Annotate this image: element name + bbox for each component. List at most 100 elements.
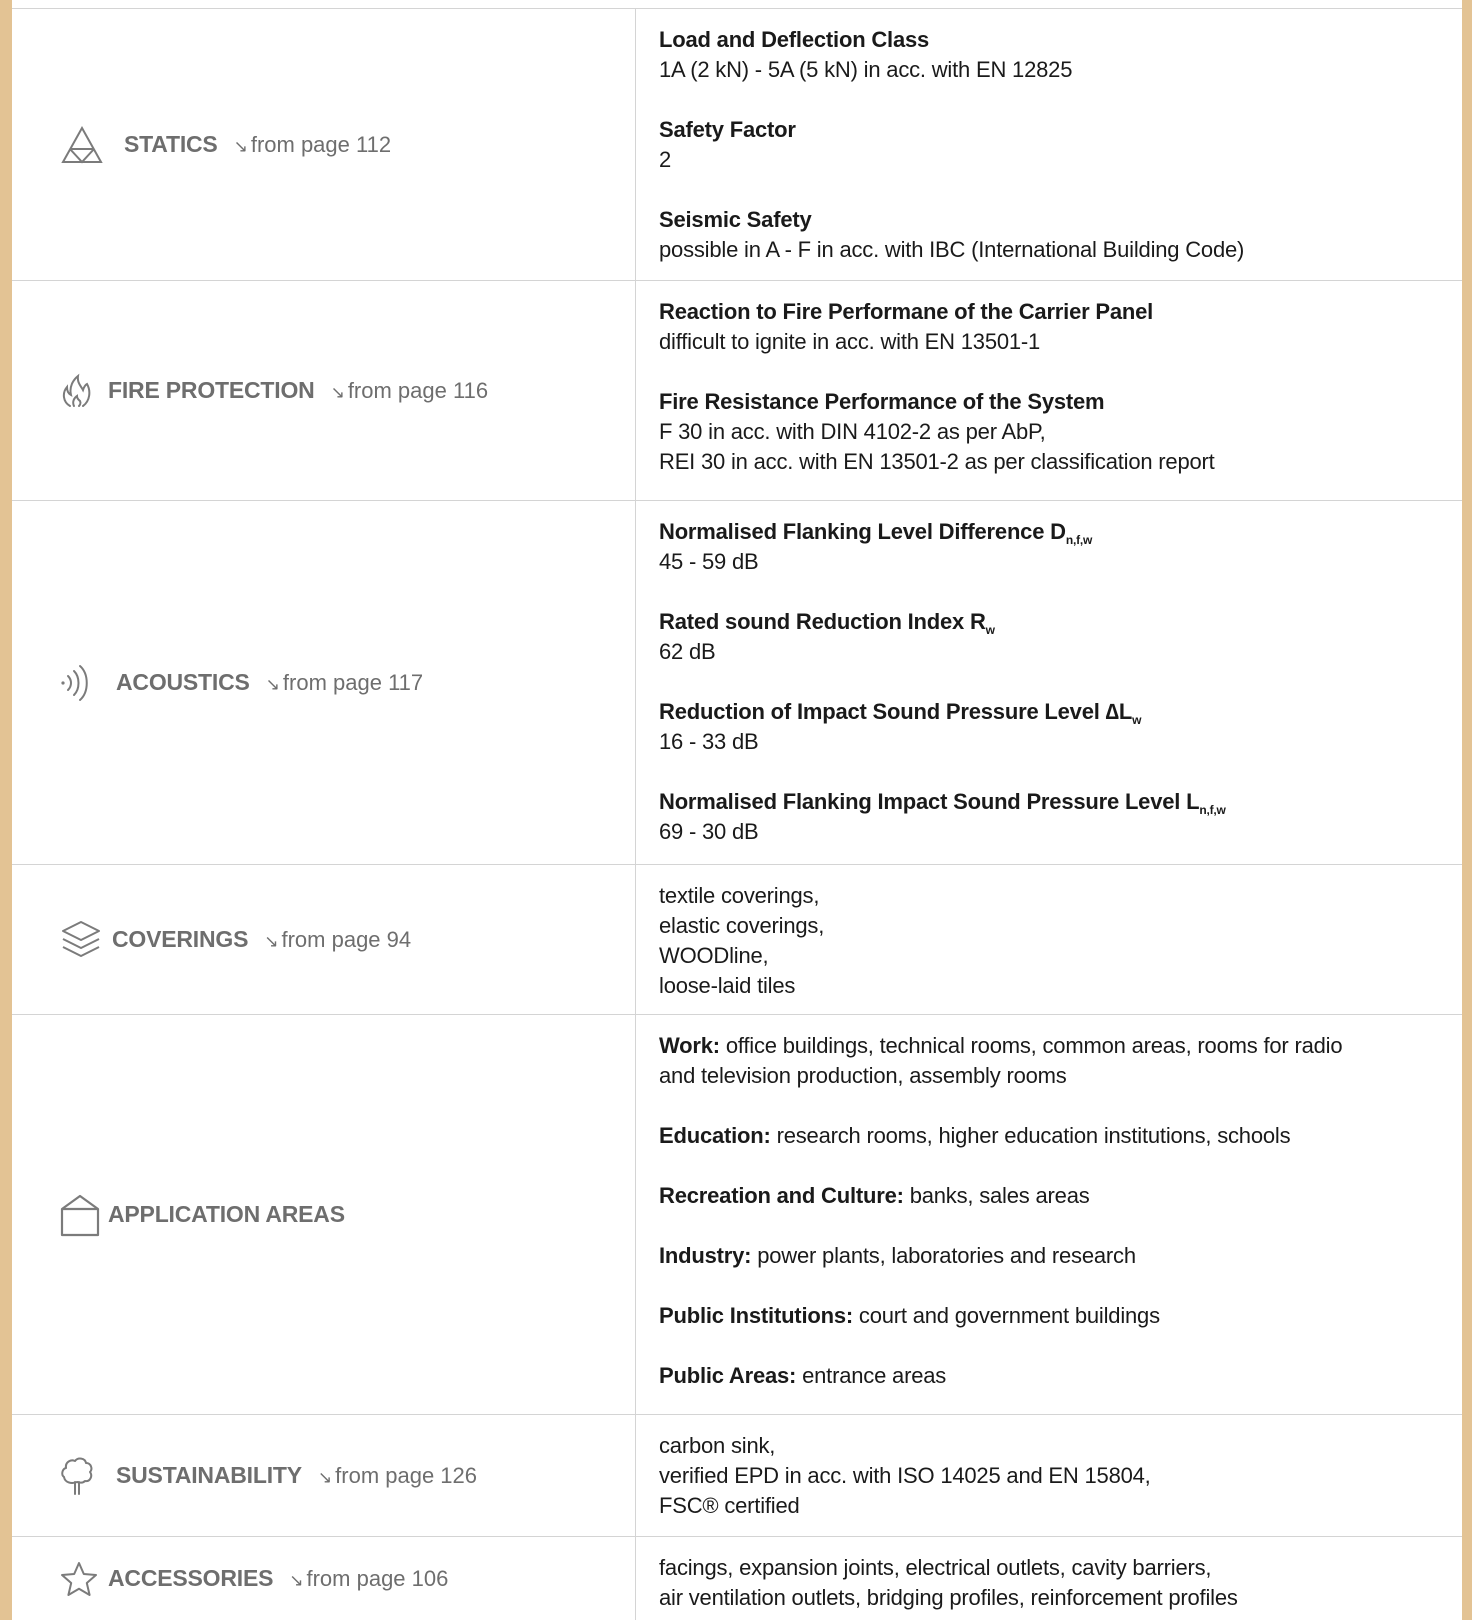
arrow-down-right-icon: ↘	[265, 674, 280, 694]
accessories-item: facings, expansion joints, electrical ou…	[659, 1555, 1212, 1580]
spec-value: 1A (2 kN) - 5A (5 kN) in acc. with EN 12…	[659, 57, 1073, 82]
section-title: APPLICATION AREAS	[108, 1201, 345, 1227]
page-reference[interactable]: ↘ from page 112	[234, 132, 392, 158]
section-header: SUSTAINABILITY ↘ from page 126	[12, 1415, 636, 1536]
application-line: Work: office buildings, technical rooms,…	[659, 1031, 1462, 1061]
application-label: Education:	[659, 1123, 771, 1148]
page-reference[interactable]: ↘ from page 126	[318, 1463, 477, 1489]
application-label: Public Areas:	[659, 1363, 797, 1388]
spec-value: 62 dB	[659, 639, 716, 664]
spec-item: Rated sound Reduction Index Rw 62 dB	[659, 607, 1462, 667]
section-sustainability: SUSTAINABILITY ↘ from page 126 carbon sin…	[12, 1414, 1462, 1536]
covering-item: WOODline,	[659, 943, 769, 968]
spec-subscript: w	[1132, 713, 1142, 727]
page-reference[interactable]: ↘ from page 94	[264, 927, 411, 953]
tree-icon	[60, 1456, 94, 1496]
spec-item: Normalised Flanking Level Difference Dn,…	[659, 517, 1462, 577]
house-icon	[60, 1193, 100, 1237]
section-content: textile coverings, elastic coverings, WO…	[637, 865, 1462, 1014]
spec-title-text: Reduction of Impact Sound Pressure Level…	[659, 699, 1133, 724]
section-title: ACOUSTICS	[116, 669, 250, 695]
section-content: Normalised Flanking Level Difference D n,…	[637, 501, 1462, 864]
spec-title: Rated sound Reduction Index Rw	[659, 607, 1462, 637]
section-title: SUSTAINABILITY	[116, 1462, 302, 1488]
star-icon	[60, 1561, 98, 1597]
arrow-down-right-icon: ↘	[264, 931, 279, 951]
page-reference-text: from page 94	[281, 926, 412, 952]
section-statics: STATICS ↘ from page 112 Load and Deflecti…	[12, 8, 1462, 280]
spec-item: Load and Deflection Class 1A (2 kN) - 5A…	[659, 25, 1462, 85]
section-header: STATICS ↘ from page 112	[12, 9, 636, 280]
section-coverings: COVERINGS ↘ from page 94 textile covering…	[12, 864, 1462, 1014]
spec-item: Fire Resistance Performance of the Syste…	[659, 387, 1462, 477]
statics-icon	[60, 125, 104, 165]
arrow-down-right-icon: ↘	[317, 1467, 333, 1487]
application-text: banks, sales areas	[903, 1183, 1090, 1208]
spec-value: 45 - 59 dB	[659, 549, 759, 574]
section-header: COVERINGS ↘ from page 94	[12, 865, 636, 1014]
page-reference-text: from page 112	[250, 131, 392, 157]
sustainability-item: carbon sink,	[659, 1433, 776, 1458]
section-content: carbon sink, verified EPD in acc. with I…	[637, 1415, 1462, 1536]
spec-title-text: Normalised Flanking Level Difference D	[659, 519, 1066, 544]
section-content: Work: office buildings, technical rooms,…	[637, 1015, 1462, 1414]
layers-icon	[60, 919, 102, 961]
spec-value: 16 - 33 dB	[659, 729, 759, 754]
spec-subscript: w	[985, 623, 995, 637]
spec-value: 2	[659, 147, 672, 172]
section-header: FIRE PROTECTION ↘ from page 116	[12, 281, 636, 500]
covering-item: textile coverings,	[659, 883, 820, 908]
section-content: Reaction to Fire Performane of the Carri…	[637, 281, 1462, 500]
section-application-areas: APPLICATION AREAS Work: office buildings…	[12, 1014, 1462, 1414]
page-reference[interactable]: ↘ from page 117	[266, 670, 424, 696]
page-reference[interactable]: ↘ from page 116	[331, 378, 489, 404]
section-content: Load and Deflection Class 1A (2 kN) - 5A…	[637, 9, 1462, 280]
section-acoustics: ACOUSTICS ↘ from page 117 Normalised Flan…	[12, 500, 1462, 864]
spec-title: Normalised Flanking Level Difference Dn,…	[659, 517, 1462, 547]
application-text: and television production, assembly room…	[659, 1063, 1067, 1088]
spec-title: Safety Factor	[659, 117, 796, 142]
spec-item: Seismic Safety possible in A - F in acc.…	[659, 205, 1462, 265]
spec-title: Reduction of Impact Sound Pressure Level…	[659, 697, 1462, 727]
application-text: court and government buildings	[853, 1303, 1160, 1328]
section-title: FIRE PROTECTION	[108, 377, 315, 403]
application-item: Public Areas: entrance areas	[659, 1361, 1462, 1391]
arrow-down-right-icon: ↘	[330, 382, 345, 402]
spec-title: Normalised Flanking Impact Sound Pressur…	[659, 787, 1462, 817]
spec-title: Seismic Safety	[659, 207, 812, 232]
spec-title: Load and Deflection Class	[659, 27, 930, 52]
sustainability-item: FSC® certified	[659, 1493, 800, 1518]
page-reference-text: from page 106	[306, 1565, 449, 1591]
section-header: ACOUSTICS ↘ from page 117	[12, 501, 636, 864]
application-label: Public Institutions:	[659, 1303, 853, 1328]
section-accessories: ACCESSORIES ↘ from page 106 facings, expa…	[12, 1536, 1462, 1620]
spec-value-line: REI 30 in acc. with EN 13501-2 as per cl…	[659, 449, 1215, 474]
section-title: ACCESSORIES	[108, 1565, 274, 1591]
page-reference-text: from page 116	[347, 377, 489, 403]
spec-title-text: Normalised Flanking Impact Sound Pressur…	[659, 789, 1200, 814]
section-content: facings, expansion joints, electrical ou…	[637, 1537, 1462, 1620]
application-text: office buildings, technical rooms, commo…	[719, 1033, 1343, 1058]
spec-subscript: n,f,w	[1199, 803, 1226, 817]
section-header: APPLICATION AREAS	[12, 1015, 636, 1414]
arrow-down-right-icon: ↘	[289, 1570, 304, 1590]
section-header: ACCESSORIES ↘ from page 106	[12, 1537, 636, 1620]
spec-value: 69 - 30 dB	[659, 819, 759, 844]
spec-value: possible in A - F in acc. with IBC (Inte…	[659, 237, 1245, 262]
application-item: Public Institutions: court and governmen…	[659, 1301, 1462, 1331]
application-label: Recreation and Culture:	[659, 1183, 904, 1208]
spec-title: Reaction to Fire Performane of the Carri…	[659, 299, 1154, 324]
page-reference-text: from page 117	[282, 669, 424, 695]
arrow-down-right-icon: ↘	[233, 136, 248, 156]
flame-icon	[60, 373, 94, 409]
application-text: power plants, laboratories and research	[751, 1243, 1136, 1268]
section-title: COVERINGS	[112, 926, 249, 952]
application-text: entrance areas	[796, 1363, 947, 1388]
spec-item: Normalised Flanking Impact Sound Pressur…	[659, 787, 1462, 847]
application-text: research rooms, higher education institu…	[770, 1123, 1291, 1148]
spec-title: Fire Resistance Performance of the Syste…	[659, 389, 1105, 414]
application-label: Industry:	[659, 1243, 752, 1268]
page-reference[interactable]: ↘ from page 106	[289, 1566, 448, 1592]
application-item: Work: office buildings, technical rooms,…	[659, 1031, 1462, 1091]
sound-waves-icon	[60, 664, 92, 702]
